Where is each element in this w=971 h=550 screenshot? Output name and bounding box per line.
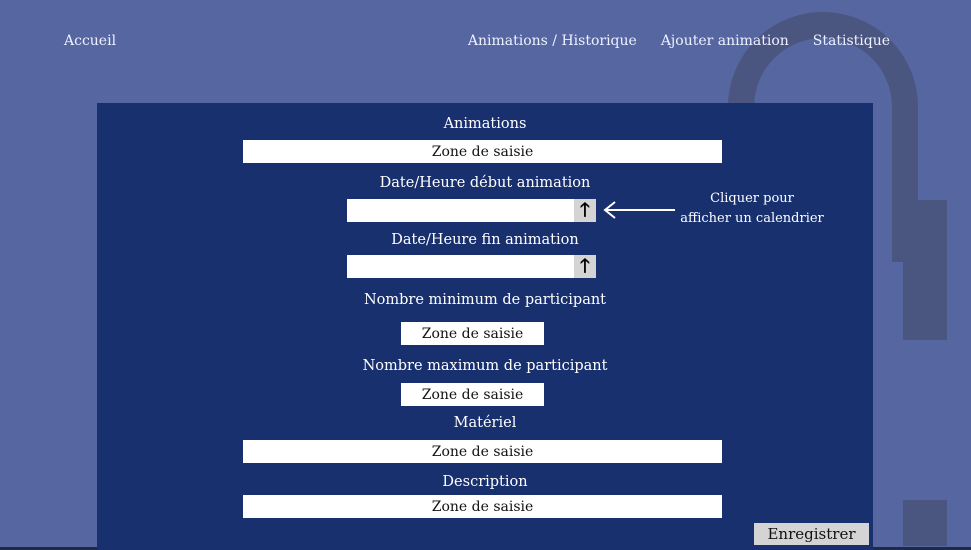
animations-input[interactable]: Zone de saisie (243, 140, 722, 163)
background-block-decoration (903, 500, 947, 546)
max-participants-label: Nombre maximum de participant (362, 358, 608, 374)
min-participants-label: Nombre minimum de participant (363, 292, 607, 308)
nav-animations-history-link[interactable]: Animations / Historique (468, 33, 637, 49)
arrow-up-icon: 🡑 (580, 255, 590, 277)
arrow-left-icon (603, 201, 675, 219)
animation-form: Animations Zone de saisie Date/Heure déb… (97, 103, 873, 550)
materiel-input[interactable]: Zone de saisie (243, 440, 722, 463)
annotation-line-2: afficher un calendrier (680, 211, 824, 226)
nav-add-animation-link[interactable]: Ajouter animation (661, 33, 789, 49)
calendar-annotation: Cliquer pour afficher un calendrier (677, 189, 827, 229)
save-button[interactable]: Enregistrer (754, 523, 869, 545)
end-calendar-button[interactable]: 🡑 (574, 255, 596, 278)
start-calendar-button[interactable]: 🡑 (574, 199, 596, 222)
materiel-label: Matériel (453, 415, 517, 431)
min-participants-input[interactable]: Zone de saisie (401, 322, 544, 345)
start-datetime-input[interactable]: 🡑 (347, 199, 596, 222)
arrow-up-icon: 🡑 (580, 199, 590, 221)
description-label: Description (442, 474, 528, 490)
top-nav: Animations / Historique Ajouter animatio… (468, 33, 890, 49)
end-datetime-label: Date/Heure fin animation (391, 232, 579, 248)
animations-label: Animations (443, 116, 527, 132)
nav-home-link[interactable]: Accueil (64, 33, 116, 49)
background-block-decoration (903, 200, 947, 340)
max-participants-input[interactable]: Zone de saisie (401, 383, 544, 406)
annotation-line-1: Cliquer pour (710, 191, 794, 206)
nav-statistics-link[interactable]: Statistique (813, 33, 890, 49)
description-input[interactable]: Zone de saisie (243, 495, 722, 518)
end-datetime-input[interactable]: 🡑 (347, 255, 596, 278)
